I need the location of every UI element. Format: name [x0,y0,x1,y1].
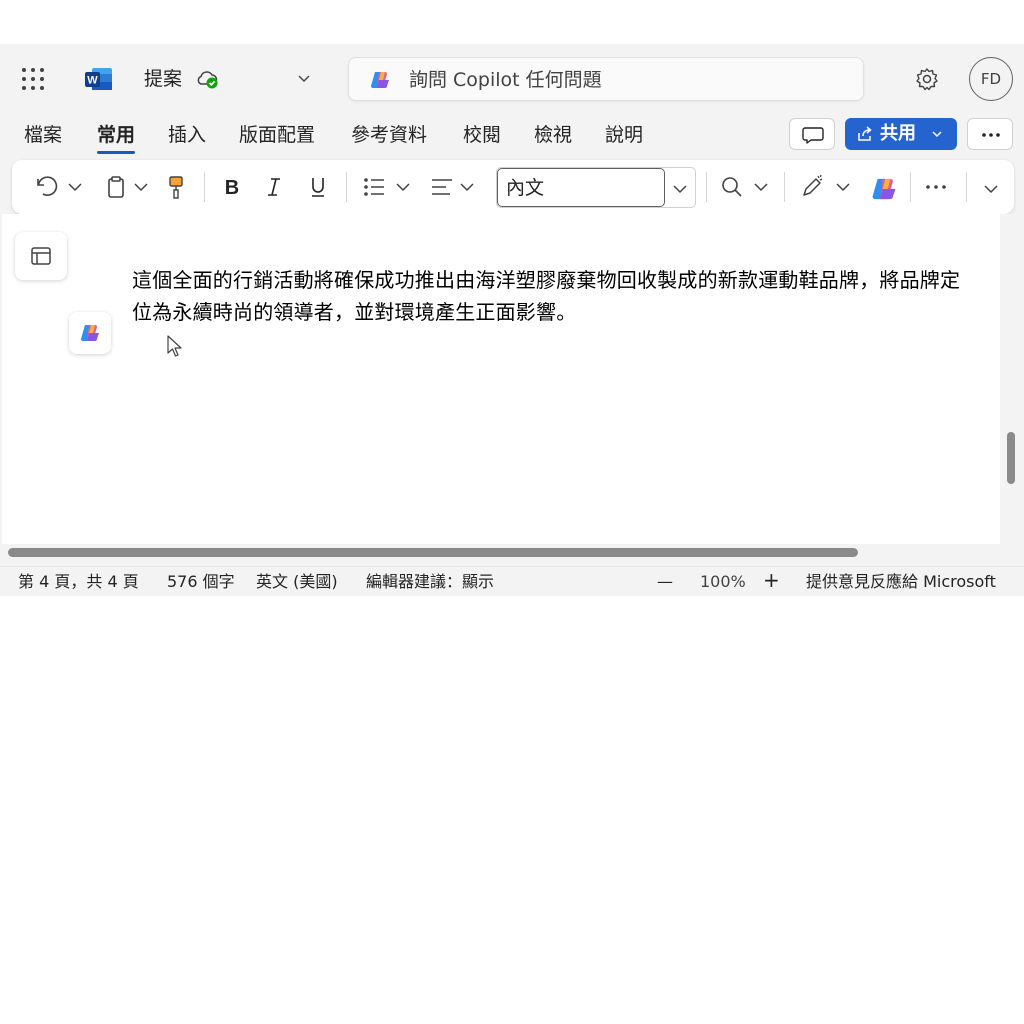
toolbar-divider [784,172,785,202]
comment-icon [802,127,824,144]
copilot-inline-button[interactable] [69,312,111,354]
toolbar-divider [706,172,707,202]
style-value: 內文 [506,177,545,199]
share-icon [858,126,872,141]
bullet-list-icon[interactable] [360,173,388,201]
find-chevron-down-icon[interactable] [752,173,770,201]
toolbar-divider [966,172,967,202]
cloud-saved-icon [194,68,220,90]
page-count: 第 4 頁，共 4 頁 [18,572,139,591]
zoom-level[interactable]: 100% [700,572,746,592]
more-commands-icon[interactable] [922,173,950,201]
zoom-in-button[interactable]: + [763,570,780,590]
document-canvas: 這個全面的行銷活動將確保成功推出由海洋塑膠廢棄物回收製成的新款運動鞋品牌，將品牌… [0,214,1024,562]
paste-clipboard-icon[interactable] [102,173,130,201]
copilot-search-box[interactable]: 詢問 Copilot 任何問題 [348,57,864,101]
navigation-pane-button[interactable] [15,232,67,280]
tab-insert[interactable]: 插入 [168,122,206,148]
language-indicator[interactable]: 英文 (美國) [256,572,338,592]
expand-ribbon-chevron-icon[interactable] [980,173,1002,201]
feedback-link[interactable]: 提供意見反應給 Microsoft [806,572,996,592]
document-paragraph[interactable]: 這個全面的行銷活動將確保成功推出由海洋塑膠廢棄物回收製成的新款運動鞋品牌，將品牌… [132,264,972,328]
align-chevron-down-icon[interactable] [458,173,476,201]
svg-text:B: B [225,177,239,199]
tab-home[interactable]: 常用 [97,122,136,154]
comments-button[interactable] [789,118,835,150]
title-bar: W 提案 詢問 Copilot 任何問題 FD [0,44,1024,112]
share-button-label: 共用 [880,123,916,144]
toolbar-divider [204,172,205,202]
tab-view[interactable]: 檢視 [534,122,572,148]
tab-review[interactable]: 校閱 [463,122,501,148]
format-painter-icon[interactable] [162,173,190,201]
svg-text:W: W [87,75,98,87]
tab-file[interactable]: 檔案 [24,122,62,148]
style-chevron-down-icon[interactable] [671,180,689,198]
bold-icon[interactable]: B [218,173,246,201]
align-left-icon[interactable] [428,173,456,201]
share-button[interactable]: 共用 [845,118,957,150]
app-launcher-icon[interactable] [22,68,44,90]
word-logo-icon: W [84,66,114,92]
vertical-scrollbar-thumb[interactable] [1007,432,1015,484]
underline-icon[interactable] [304,173,332,201]
copilot-icon [81,325,99,341]
document-page[interactable]: 這個全面的行銷活動將確保成功推出由海洋塑膠廢棄物回收製成的新款運動鞋品牌，將品牌… [2,214,1000,544]
undo-icon[interactable] [32,173,60,201]
paste-chevron-down-icon[interactable] [132,173,150,201]
document-title[interactable]: 提案 [144,66,182,92]
more-options-button[interactable] [967,118,1013,150]
dictate-chevron-down-icon[interactable] [834,173,852,201]
horizontal-scrollbar-track[interactable] [0,544,1024,562]
tab-help[interactable]: 說明 [605,122,643,148]
copilot-toolbar-icon[interactable] [870,173,898,201]
ribbon-tabs: 檔案 常用 插入 版面配置 參考資料 校閱 檢視 說明 共用 [0,112,1024,156]
tab-layout[interactable]: 版面配置 [239,122,315,148]
word-count[interactable]: 576 個字 [167,572,235,592]
user-avatar[interactable]: FD [969,57,1013,101]
copilot-icon [369,69,391,91]
mouse-pointer-icon [166,334,184,360]
undo-chevron-down-icon[interactable] [66,173,84,201]
more-horizontal-icon [982,133,1000,137]
style-value-field[interactable]: 內文 [497,168,665,207]
navigation-pane-icon [31,247,51,265]
horizontal-scrollbar-thumb[interactable] [8,548,858,557]
find-search-icon[interactable] [718,173,746,201]
editor-suggestions[interactable]: 編輯器建議：顯示 [366,572,494,592]
toolbar-divider [910,172,911,202]
toolbar-divider [346,172,347,202]
bullet-chevron-down-icon[interactable] [394,173,412,201]
title-chevron-down-icon[interactable] [296,70,312,86]
italic-icon[interactable] [260,173,288,201]
settings-gear-icon[interactable] [914,66,940,92]
ribbon-toolbar: B 內文 [12,160,1014,214]
status-bar: 第 4 頁，共 4 頁 576 個字 英文 (美國) 編輯器建議：顯示 — 10… [0,566,1024,596]
copilot-search-placeholder: 詢問 Copilot 任何問題 [409,69,602,91]
paragraph-style-dropdown[interactable]: 內文 [496,167,696,208]
share-chevron-down-icon [932,131,942,138]
zoom-out-button[interactable]: — [657,572,673,592]
word-app-window: W 提案 詢問 Copilot 任何問題 FD 檔案 常用 插入 版面配置 參考… [0,44,1024,596]
tab-references[interactable]: 參考資料 [351,122,427,148]
dictate-pen-icon[interactable] [798,173,826,201]
